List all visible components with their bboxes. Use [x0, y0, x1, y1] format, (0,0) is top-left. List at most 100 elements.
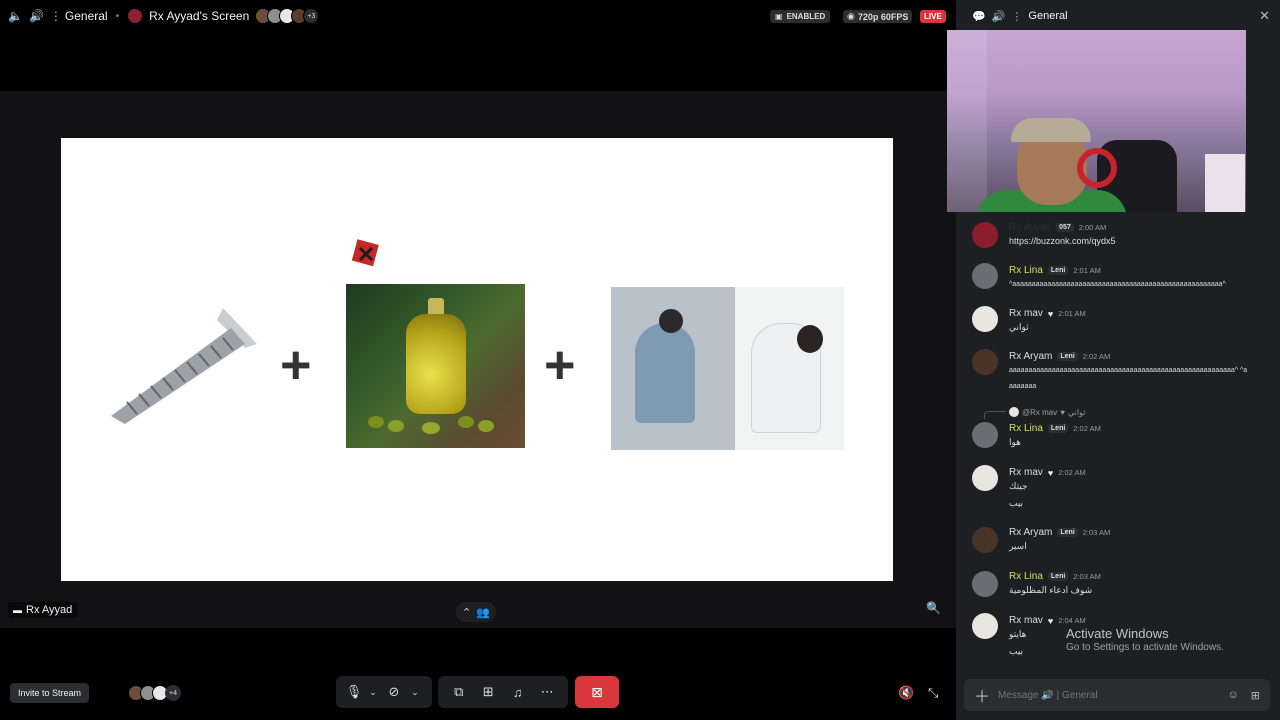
username[interactable]: Rx Ayyad — [1009, 222, 1051, 233]
reply-text: ثواني — [1067, 407, 1086, 417]
more-icon[interactable]: ⋯ — [533, 676, 563, 708]
channel-name[interactable]: General — [65, 9, 108, 23]
timestamp: 2:04 AM — [1058, 616, 1086, 625]
activities-icon[interactable]: ⊞ — [474, 676, 504, 708]
heart-icon: ♥ — [1060, 407, 1065, 417]
high-five-image — [611, 287, 844, 450]
separator-dot: • — [115, 10, 120, 22]
activate-windows-subtitle: Go to Settings to activate Windows. — [1066, 642, 1224, 653]
heart-icon: ♥ — [1047, 467, 1054, 478]
username[interactable]: Rx Lina — [1009, 265, 1043, 276]
stream-stage: 🔈 🔊 ⋮ General • Rx Ayyad's Screen +3 ▣ E… — [0, 0, 956, 720]
screen-icon: ▬ — [13, 605, 22, 615]
discord-stream-window: 🔈 🔊 ⋮ General • Rx Ayyad's Screen +3 ▣ E… — [0, 0, 1280, 720]
reply-preview[interactable]: @Rx mav ♥ ثواني — [1009, 407, 1085, 417]
chat-message[interactable]: Rx Aryam Leni 2:03 AM اسير — [956, 525, 1280, 559]
message-header: Rx mav ♥ 2:04 AM — [1009, 615, 1086, 626]
username[interactable]: Rx Lina — [1009, 571, 1043, 582]
end-stream-icon[interactable]: ⊠ — [575, 676, 619, 708]
speaker-icon[interactable]: 🔈 — [8, 9, 23, 23]
soundboard-icon[interactable]: ♫ — [503, 676, 533, 708]
chat-message[interactable]: Rx mav ♥ 2:01 AM ثواني — [956, 306, 1280, 340]
avatar — [972, 222, 998, 248]
red-x-sticker-icon — [351, 239, 379, 267]
camera-off-icon[interactable]: ⊘ — [380, 676, 408, 708]
stream-viewers[interactable]: +4 — [128, 685, 181, 701]
avatar — [972, 349, 998, 375]
role-tag: Leni — [1047, 424, 1069, 433]
quality-label: 720p 60FPS — [857, 11, 909, 22]
screen-title: Rx Ayyad's Screen — [149, 9, 250, 23]
timestamp: 2:01 AM — [1058, 309, 1086, 318]
timestamp: 2:00 AM — [1078, 223, 1107, 232]
username[interactable]: Rx Aryam — [1009, 351, 1052, 362]
chat-message[interactable]: Rx Lina Leni 2:03 AM شوف ادعاء المظلومية — [956, 569, 1280, 603]
chat-title: General — [1028, 10, 1068, 22]
zoom-icon[interactable]: 🔍 — [926, 601, 944, 619]
plus-sign: + — [544, 335, 576, 395]
message-text: هايتو — [1009, 629, 1027, 639]
message-header: Rx mav ♥ 2:01 AM — [1009, 308, 1086, 319]
avatar — [1009, 407, 1019, 417]
role-tag: Leni — [1057, 528, 1078, 537]
timestamp: 2:03 AM — [1082, 528, 1111, 537]
webcam-feed[interactable] — [947, 30, 1246, 212]
chevron-up-icon: ⌃ — [462, 606, 472, 619]
plus-icon[interactable]: ＋ — [974, 683, 990, 707]
message-text: هوا — [1009, 437, 1021, 447]
message-header: Rx Aryam Leni 2:02 AM — [1009, 351, 1110, 362]
username[interactable]: Rx mav — [1009, 615, 1043, 626]
mic-icon[interactable]: 🎙 — [342, 676, 366, 708]
emoji-icon[interactable]: ☺ — [1228, 689, 1239, 702]
streamer-avatar — [127, 8, 144, 24]
chat-message[interactable]: Rx Aryam Leni 2:02 AM aaaaaaaaaaaaaaaaaa… — [956, 349, 1280, 395]
timestamp: 2:03 AM — [1073, 572, 1101, 581]
enabled-label: ENABLED — [786, 12, 826, 21]
screen-share-icon[interactable]: ⧉ — [444, 676, 474, 708]
message-link[interactable]: https://buzzonk.com/qydx5 — [1009, 233, 1116, 249]
chevron-down-icon[interactable]: ⌄ — [366, 676, 380, 708]
username[interactable]: Rx mav — [1009, 467, 1043, 478]
avatar — [972, 613, 998, 639]
channel-voice-icon: 🔊 — [28, 9, 44, 23]
channel-icon: ⋮ — [1011, 10, 1023, 23]
chat-message[interactable]: Rx mav ♥ 2:02 AM جيتك بيب — [956, 465, 1280, 515]
viewer-avatars[interactable]: +3 — [255, 8, 320, 24]
avatar — [972, 263, 998, 289]
timestamp: 2:01 AM — [1073, 266, 1101, 275]
message-text: aaaaaaaaaaaaaaaaaaaaaaaaaaaaaaaaaaaaaaaa… — [1009, 367, 1248, 390]
invite-to-stream-button[interactable]: Invite to Stream — [10, 683, 90, 703]
avatar — [972, 465, 998, 491]
speaker-icon: 🔊 — [991, 10, 1006, 23]
username[interactable]: Rx mav — [1009, 308, 1043, 319]
expand-participants-button[interactable]: ⌃ 👥 — [456, 602, 496, 622]
stream-controls: ⧉ ⊞ ♫ ⋯ — [438, 676, 568, 708]
fullscreen-exit-icon[interactable]: ⤡ — [928, 685, 938, 701]
avatar — [972, 422, 998, 448]
message-header: Rx Ayyad 057 2:00 AM — [1009, 222, 1106, 233]
enabled-badge: ▣ ENABLED — [770, 10, 831, 23]
reply-author: @Rx mav — [1022, 407, 1058, 417]
chat-bubble-icon: 💬 — [972, 10, 986, 23]
message-header: Rx Aryam Leni 2:03 AM — [1009, 527, 1110, 538]
apps-icon[interactable]: ⊞ — [1251, 689, 1260, 702]
olive-oil-image — [346, 284, 525, 448]
role-tag: Leni — [1047, 266, 1069, 275]
close-icon[interactable]: ✕ — [1259, 8, 1270, 24]
username[interactable]: Rx Lina — [1009, 423, 1043, 434]
viewers-count: +4 — [165, 685, 181, 701]
message-text: بيب — [1009, 498, 1024, 508]
chat-message[interactable]: Rx Lina Leni 2:01 AM ^aaaaaaaaaaaaaaaaaa… — [956, 263, 1280, 297]
voice-controls: 🎙 ⌄ ⊘ ⌄ — [336, 676, 432, 708]
timestamp: 2:02 AM — [1073, 424, 1101, 433]
message-input[interactable] — [998, 689, 1189, 701]
username[interactable]: Rx Aryam — [1009, 527, 1052, 538]
message-text: ^aaaaaaaaaaaaaaaaaaaaaaaaaaaaaaaaaaaaaaa… — [1009, 281, 1226, 288]
chat-message[interactable]: Rx Ayyad 057 2:00 AM https://buzzonk.com… — [956, 220, 1280, 254]
volume-mute-icon[interactable]: 🔇 — [898, 685, 914, 701]
chevron-down-icon[interactable]: ⌄ — [408, 676, 422, 708]
chat-message[interactable]: @Rx mav ♥ ثواني Rx Lina Leni 2:02 AM هوا — [956, 405, 1280, 451]
eye-icon: ◉ — [847, 11, 855, 21]
timestamp: 2:02 AM — [1082, 352, 1111, 361]
streamer-name: Rx Ayyad — [26, 604, 73, 616]
